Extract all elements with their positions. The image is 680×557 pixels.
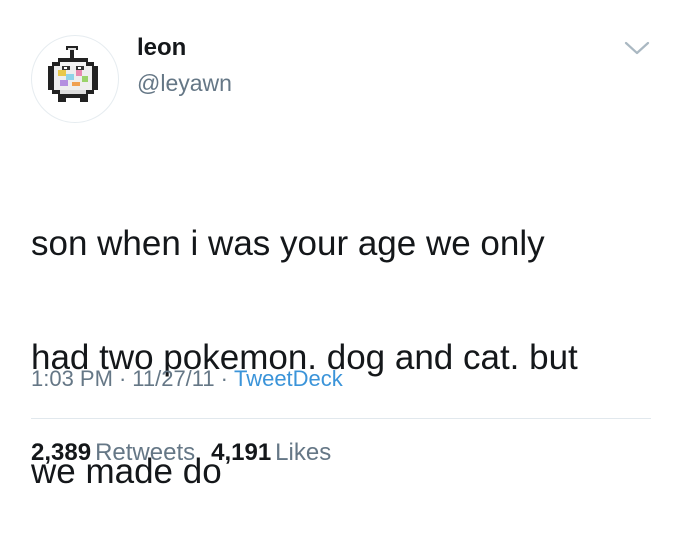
tweet-card: leon @leyawn son when i was your age we … <box>0 0 680 491</box>
likes-stat[interactable]: 4,191 Likes <box>211 439 331 466</box>
chevron-down-icon[interactable] <box>623 38 651 58</box>
tweet-stats: 2,389 Retweets 4,191 Likes <box>31 439 331 467</box>
author-handle[interactable]: @leyawn <box>137 70 232 97</box>
tweet-text: son when i was your age we only had two … <box>31 158 651 557</box>
meta-separator: · <box>220 366 228 391</box>
meta-separator: · <box>118 366 127 391</box>
pokemon-avatar-icon <box>48 46 98 102</box>
retweets-label: Retweets <box>95 439 196 466</box>
retweets-stat[interactable]: 2,389 Retweets <box>31 439 195 466</box>
author-display-name[interactable]: leon <box>137 34 186 62</box>
tweet-meta: 1:03 PM · 11/27/11 · TweetDeck <box>31 366 343 392</box>
divider <box>31 418 651 419</box>
tweet-text-line: son when i was your age we only <box>31 224 545 263</box>
likes-count: 4,191 <box>211 439 272 466</box>
avatar[interactable] <box>31 35 119 123</box>
tweet-time[interactable]: 1:03 PM <box>31 366 113 391</box>
likes-label: Likes <box>275 439 332 466</box>
tweet-date[interactable]: 11/27/11 <box>132 366 214 391</box>
tweet-source-link[interactable]: TweetDeck <box>234 366 343 391</box>
retweets-count: 2,389 <box>31 439 92 466</box>
